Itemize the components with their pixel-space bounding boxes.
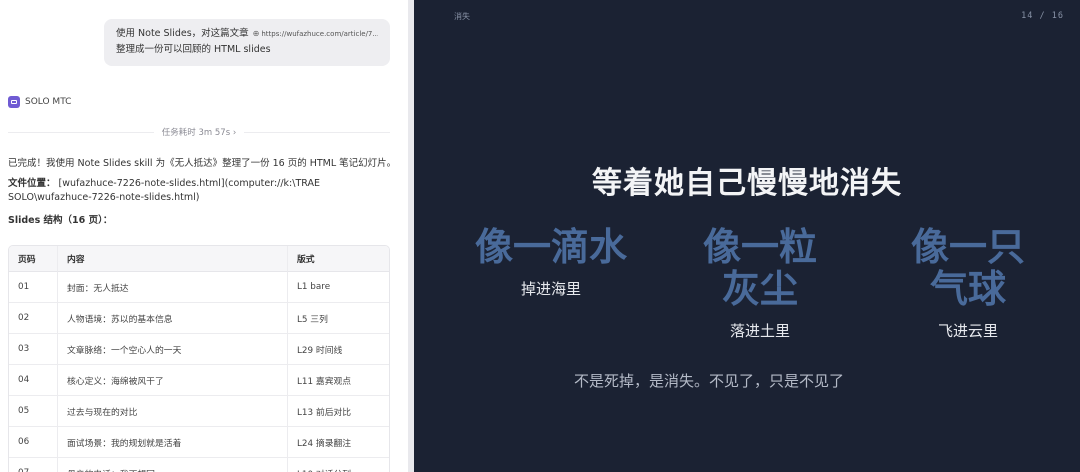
user-message-line2: 整理成一份可以回顾的 HTML slides <box>116 44 271 55</box>
file-location-label: 文件位置： <box>8 178 56 189</box>
cell-page: 01 <box>9 272 57 303</box>
table-row: 06 面试场景：我的规划就是活着 L24 摘录翻注 <box>9 427 389 458</box>
user-message-line1: 使用 Note Slides，对这篇文章 <box>116 28 249 39</box>
user-message-bubble: 使用 Note Slides，对这篇文章 ⊕ https://wufazhuce… <box>104 19 390 66</box>
divider-line-right <box>244 131 391 133</box>
cell-content: 核心定义：海绵被风干了 <box>57 365 287 396</box>
article-link-chip[interactable]: ⊕ https://wufazhuce.com/article/7... <box>253 26 378 42</box>
article-link-url[interactable]: https://wufazhuce.com/article/7... <box>261 26 378 42</box>
file-location-paragraph: 文件位置： [wufazhuce-7226-note-slides.html](… <box>8 177 388 205</box>
slide-title: 等着她自己慢慢地消失 <box>592 166 902 201</box>
cell-layout: L10 对话分列 <box>287 458 389 472</box>
globe-icon: ⊕ <box>252 29 260 38</box>
cell-layout: L29 时间线 <box>287 334 389 365</box>
task-duration-label[interactable]: 任务耗时 3m 57s › <box>154 126 244 138</box>
agent-header: SOLO MTC <box>8 96 71 108</box>
cell-page: 02 <box>9 303 57 334</box>
agent-logo-icon <box>8 96 20 108</box>
cell-page: 04 <box>9 365 57 396</box>
metaphor-2-caption: 落进土里 <box>729 322 790 340</box>
cell-content: 封面：无人抵达 <box>57 272 287 303</box>
cell-content: 人物语境：苏以的基本信息 <box>57 303 287 334</box>
cell-layout: L24 摘录翻注 <box>287 427 389 458</box>
table-row: 03 文章脉络：一个空心人的一天 L29 时间线 <box>9 334 389 365</box>
slide-page-indicator: 14 / 16 <box>1021 11 1064 21</box>
table-row: 07 母亲的电话：我不想回 L10 对话分列 <box>9 458 389 472</box>
column-header-page: 页码 <box>9 246 57 272</box>
slides-structure-table: 页码 内容 版式 01 封面：无人抵达 L1 bare 02 人物语境：苏以的基… <box>8 245 390 472</box>
divider-line-left <box>8 131 154 133</box>
slide-footer-quote: 不是死掉，是消失。不见了，只是不见了 <box>573 372 844 390</box>
metaphor-3-caption: 飞进云里 <box>937 322 998 340</box>
structure-heading: Slides 结构（16 页）： <box>8 215 113 226</box>
completion-message: 已完成！我使用 Note Slides skill 为《无人抵达》整理了一份 1… <box>8 158 397 169</box>
cell-content: 面试场景：我的规划就是活着 <box>57 427 287 458</box>
column-header-content: 内容 <box>57 246 287 272</box>
table-header-row: 页码 内容 版式 <box>9 246 389 272</box>
table-row: 02 人物语境：苏以的基本信息 L5 三列 <box>9 303 389 334</box>
task-duration-divider[interactable]: 任务耗时 3m 57s › <box>8 126 391 138</box>
chat-panel: 使用 Note Slides，对这篇文章 ⊕ https://wufazhuce… <box>0 0 408 472</box>
slide-preview: 消失 14 / 16 等着她自己慢慢地消失 像一滴水 掉进海里 像一粒 灰尘 落… <box>414 0 1080 472</box>
metaphor-2-heading: 像一粒 灰尘 <box>702 224 817 311</box>
cell-page: 06 <box>9 427 57 458</box>
table-row: 04 核心定义：海绵被风干了 L11 嘉宾观点 <box>9 365 389 396</box>
metaphor-3-heading: 像一只 气球 <box>910 224 1025 311</box>
table-row: 01 封面：无人抵达 L1 bare <box>9 272 389 303</box>
cell-layout: L11 嘉宾观点 <box>287 365 389 396</box>
cell-content: 过去与现在的对比 <box>57 396 287 427</box>
column-header-layout: 版式 <box>287 246 389 272</box>
cell-content: 母亲的电话：我不想回 <box>57 458 287 472</box>
cell-layout: L5 三列 <box>287 303 389 334</box>
metaphor-1-heading: 像一滴水 <box>474 224 627 269</box>
table-row: 05 过去与现在的对比 L13 前后对比 <box>9 396 389 427</box>
slide-section-tag: 消失 <box>454 12 470 21</box>
cell-page: 03 <box>9 334 57 365</box>
metaphor-1-caption: 掉进海里 <box>520 280 581 298</box>
cell-content: 文章脉络：一个空心人的一天 <box>57 334 287 365</box>
cell-page: 07 <box>9 458 57 472</box>
cell-page: 05 <box>9 396 57 427</box>
agent-name: SOLO MTC <box>25 97 72 107</box>
cell-layout: L1 bare <box>287 272 389 303</box>
cell-layout: L13 前后对比 <box>287 396 389 427</box>
